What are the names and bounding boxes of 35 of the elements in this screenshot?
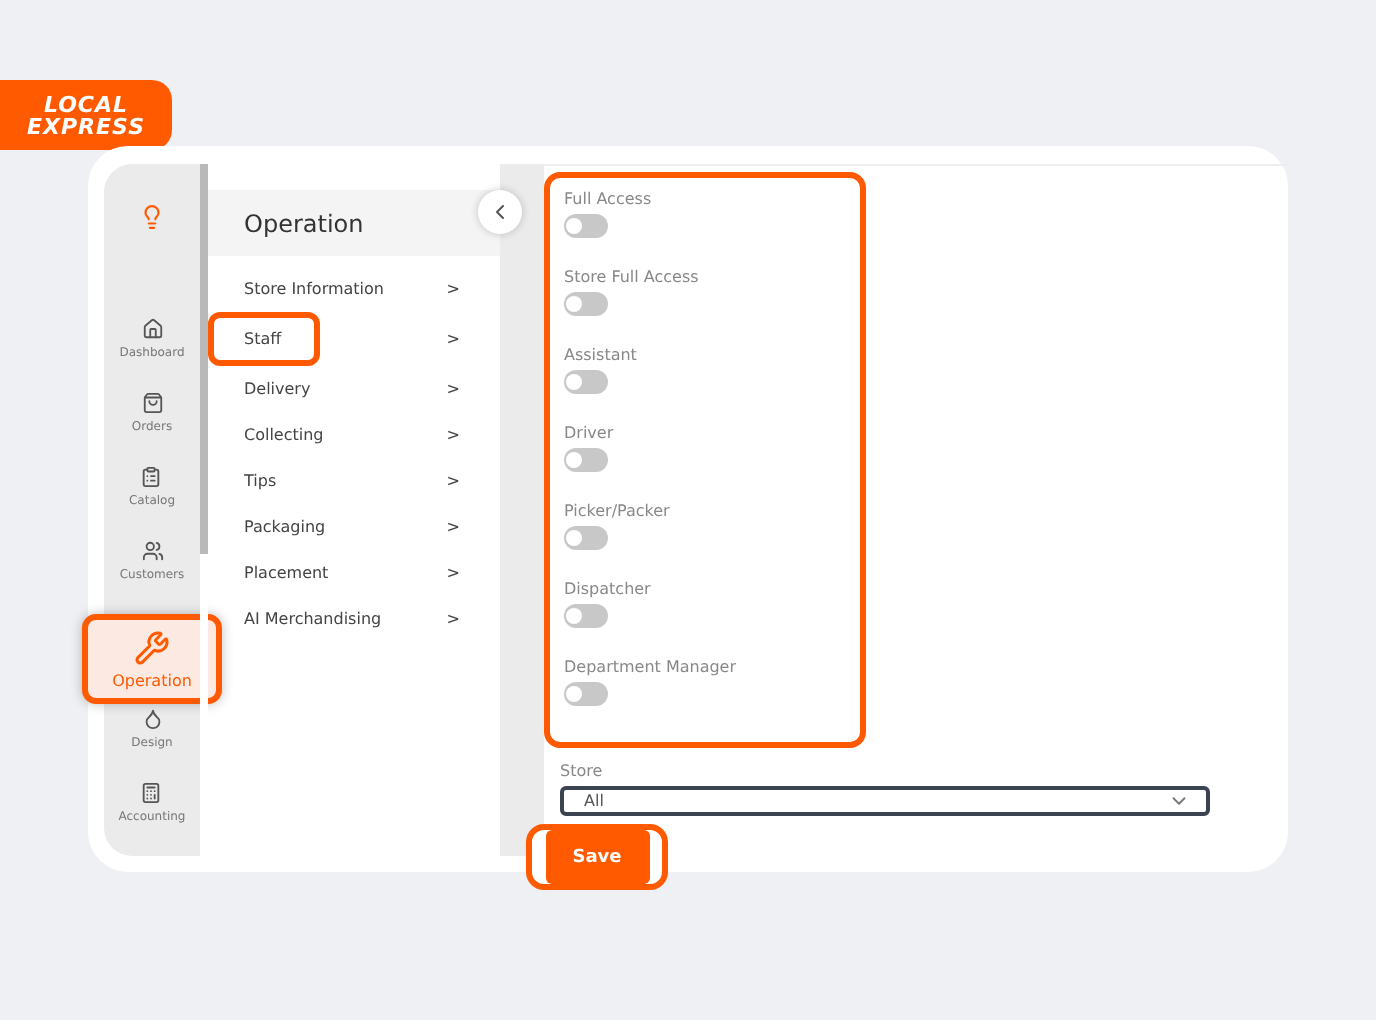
toggle-switch[interactable] xyxy=(564,604,608,628)
submenu-item[interactable]: Store Information > xyxy=(208,266,500,312)
toggle-label: Driver xyxy=(564,424,616,442)
toggle-switch[interactable] xyxy=(564,370,608,394)
toggle-switch[interactable] xyxy=(564,448,608,472)
toggle-switch[interactable] xyxy=(564,526,608,550)
toggle-label: Assistant xyxy=(564,346,639,364)
logo-text: EXPRESS xyxy=(27,115,145,137)
panel-title: Operation xyxy=(208,190,500,256)
toggle-label: Full Access xyxy=(564,190,654,208)
toggle-switch[interactable] xyxy=(564,292,608,316)
toggle-label: Store Full Access xyxy=(564,268,701,286)
users-icon xyxy=(141,540,163,562)
toggle-label: Department Manager xyxy=(564,658,739,676)
scrollbar[interactable] xyxy=(200,164,208,554)
chevron-text: > xyxy=(446,330,460,348)
bag-icon xyxy=(141,392,163,414)
toggle-switch[interactable] xyxy=(564,682,608,706)
wrench-icon xyxy=(134,629,170,665)
submenu-item[interactable]: Packaging > xyxy=(208,504,500,550)
submenu-item[interactable]: Placement > xyxy=(208,550,500,596)
drop-icon xyxy=(141,708,163,730)
submenu-item[interactable]: Staff xyxy=(208,312,320,366)
calculator-icon xyxy=(140,782,163,804)
submenu-item[interactable]: Tips > xyxy=(208,458,500,504)
toggle-label: Picker/Packer xyxy=(564,502,672,520)
store-select[interactable]: All xyxy=(560,786,1210,816)
field-label: Store xyxy=(560,762,605,780)
submenu-item[interactable]: Delivery > xyxy=(208,366,500,412)
logo-text: LOCAL xyxy=(43,93,129,115)
clipboard-icon xyxy=(140,466,163,488)
submenu-item[interactable]: Collecting > xyxy=(208,412,500,458)
toggle-switch[interactable] xyxy=(564,214,608,238)
toggle-label: Dispatcher xyxy=(564,580,653,598)
house-icon xyxy=(141,318,163,340)
